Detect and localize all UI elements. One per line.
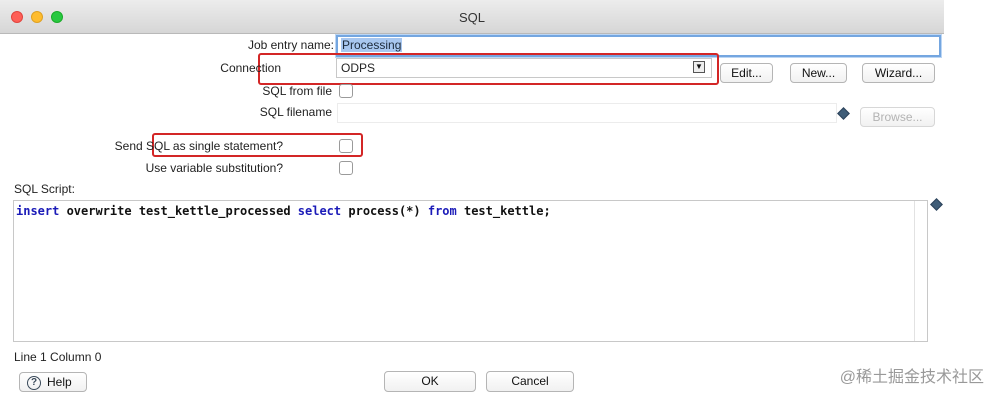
edit-connection-button[interactable]: Edit... [720,63,773,83]
browse-button[interactable]: Browse... [860,107,935,127]
help-label: Help [47,375,72,389]
ok-button[interactable]: OK [384,371,476,392]
connection-value: ODPS [341,61,376,75]
new-connection-button[interactable]: New... [790,63,847,83]
title-bar: SQL [0,0,944,34]
help-button[interactable]: ? Help [19,372,87,392]
variable-icon[interactable] [930,198,943,211]
sql-keyword: select [297,204,342,218]
job-entry-name-value: Processing [341,38,403,52]
use-variable-substitution-checkbox[interactable] [339,161,353,175]
wizard-button[interactable]: Wizard... [862,63,935,83]
sql-filename-input[interactable] [337,103,837,123]
window-title: SQL [458,10,485,25]
use-variable-substitution-label: Use variable substitution? [145,161,283,175]
cancel-button[interactable]: Cancel [486,371,574,392]
sql-filename-label: SQL filename [259,105,332,119]
connection-label: Connection [220,61,281,75]
sql-script-editor[interactable]: insert overwrite test_kettle_processed s… [13,200,928,342]
chevron-down-icon[interactable]: ▼ [693,61,705,73]
sql-from-file-label: SQL from file [262,84,332,98]
sql-keyword: from [427,204,457,218]
sql-text: overwrite test_kettle_processed [59,204,298,218]
watermark-text: @稀土掘金技术社区 [839,369,984,386]
send-single-statement-checkbox[interactable] [339,139,353,153]
sql-script-label: SQL Script: [14,182,75,196]
variable-icon[interactable] [837,107,850,120]
sql-text: test_kettle; [456,204,551,218]
sql-script-text-area[interactable]: insert overwrite test_kettle_processed s… [14,201,915,341]
send-single-statement-label: Send SQL as single statement? [114,139,283,153]
sql-text: process(*) [341,204,428,218]
help-icon: ? [27,375,41,390]
sql-keyword: insert [16,204,60,218]
job-entry-name-label: Job entry name: [247,38,334,52]
sql-from-file-checkbox[interactable] [339,84,353,98]
cursor-position-status: Line 1 Column 0 [14,350,102,364]
sql-code-line: insert overwrite test_kettle_processed s… [16,204,551,218]
connection-select[interactable]: ODPS ▼ [336,58,712,78]
